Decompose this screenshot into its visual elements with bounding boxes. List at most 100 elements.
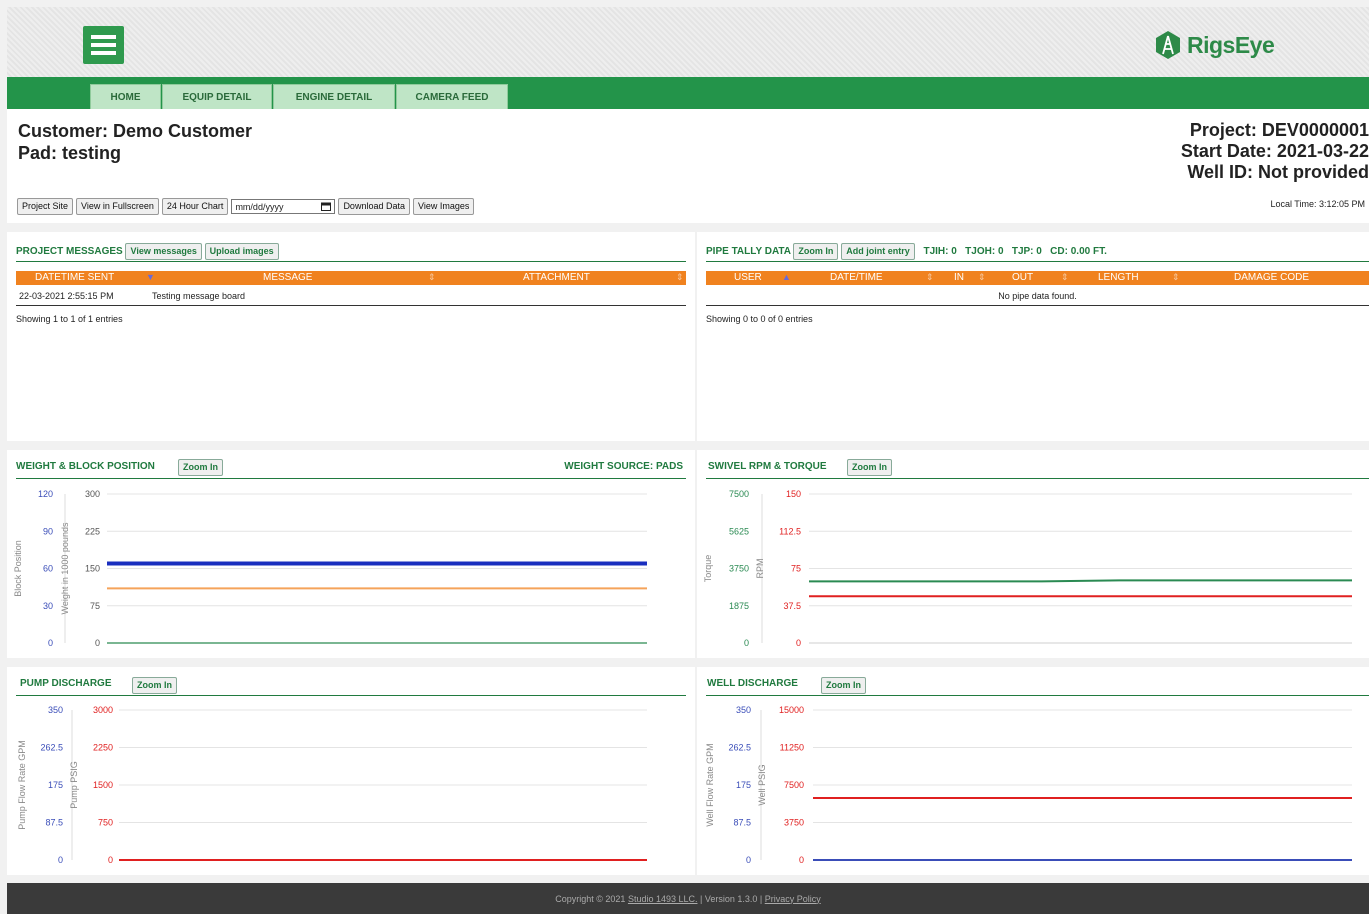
row-message: Testing message board [152, 291, 246, 301]
company-link[interactable]: Studio 1493 LLC. [628, 894, 698, 904]
col-out[interactable]: OUT [1012, 272, 1033, 283]
tick-label: 37.5 [783, 601, 801, 611]
privacy-link[interactable]: Privacy Policy [765, 894, 821, 904]
tab-engine-detail[interactable]: ENGINE DETAIL [273, 84, 395, 109]
tick-label: 3750 [729, 564, 749, 574]
date-input[interactable]: mm/dd/yyyy [231, 199, 336, 214]
sort-icon: ⇕ [1172, 272, 1180, 282]
messages-info: Showing 1 to 1 of 1 entries [16, 314, 123, 324]
swivel-chart: 7500 5625 3750 1875 0 Torque 150 112.5 75 37.5 0 RP… [703, 489, 1352, 648]
tick-label: 0 [108, 855, 113, 865]
tick-label: 0 [796, 638, 801, 648]
project-site-button[interactable]: Project Site [17, 198, 74, 215]
swivel-panel: SWIVEL RPM & TORQUE Zoom In 7500 5625 3750… [697, 450, 1369, 658]
upload-images-button[interactable]: Upload images [204, 243, 279, 260]
table-bottom-line [706, 305, 1369, 306]
start-date: Start Date: 2021-03-22 [1180, 141, 1369, 161]
version: | Version 1.3.0 | [697, 893, 765, 904]
tick-label: 0 [746, 855, 751, 865]
tick-label: 75 [90, 601, 100, 611]
tab-camera-feed[interactable]: CAMERA FEED [396, 84, 508, 109]
tick-label: 120 [38, 489, 53, 499]
sort-icon: ⇕ [926, 272, 934, 282]
calendar-icon[interactable] [321, 202, 332, 211]
tab-equip-detail[interactable]: EQUIP DETAIL [162, 84, 272, 109]
tick-label: 87.5 [733, 818, 751, 828]
project-id: Project: DEV0000001 [1189, 120, 1369, 140]
col-datetime[interactable]: DATE/TIME [830, 272, 883, 283]
toolbar: Project Site View in Fullscreen 24 Hour … [17, 198, 475, 215]
tick-label: 87.5 [45, 818, 63, 828]
messages-table-header: DATETIME SENT ▼ MESSAGE ⇕ ATTACHMENT ⇕ [16, 271, 686, 285]
tick-label: 30 [43, 601, 53, 611]
tick-label: 90 [43, 526, 53, 536]
brand-logo: RigsEye [1153, 27, 1275, 63]
tick-label: 262.5 [40, 743, 63, 753]
project-messages-panel: PROJECT MESSAGES View messages Upload im… [7, 232, 695, 441]
col-user[interactable]: USER [734, 272, 762, 283]
tick-label: 1875 [729, 601, 749, 611]
tick-label: 3750 [784, 818, 804, 828]
pipe-zoom-button[interactable]: Zoom In [793, 243, 839, 260]
pump-panel: PUMP DISCHARGE Zoom In 350 262.5 175 87.5 0 P… [7, 667, 695, 875]
tick-label: 350 [48, 705, 63, 715]
axis-label: Well PSIG [757, 764, 767, 805]
chart-24h-button[interactable]: 24 Hour Chart [161, 198, 229, 215]
pipe-divider [706, 261, 1369, 262]
col-in[interactable]: IN [954, 272, 964, 283]
date-placeholder: mm/dd/yyyy [235, 201, 284, 212]
tick-label: 150 [85, 564, 100, 574]
tick-label: 350 [736, 705, 751, 715]
table-row[interactable]: 22-03-2021 2:55:15 PM Testing message bo… [19, 291, 245, 301]
tick-label: 225 [85, 526, 100, 536]
tick-label: 175 [736, 780, 751, 790]
axis-label: Well Flow Rate GPM [705, 743, 715, 826]
tick-label: 7500 [784, 780, 804, 790]
pipe-info: Showing 0 to 0 of 0 entries [706, 314, 813, 324]
tick-label: 15000 [779, 705, 804, 715]
col-length[interactable]: LENGTH [1098, 272, 1139, 283]
tick-label: 7500 [729, 489, 749, 499]
customer-info: Customer: Demo Customer Pad: testing [18, 120, 252, 164]
tick-label: 2250 [93, 743, 113, 753]
well-panel: WELL DISCHARGE Zoom In 350 262.5 175 87.5 0 W… [697, 667, 1369, 875]
axis-label: Block Position [13, 540, 23, 597]
tick-label: 0 [744, 638, 749, 648]
col-message[interactable]: MESSAGE [263, 272, 312, 283]
tab-home[interactable]: HOME [90, 84, 161, 109]
oil-rig-icon [1156, 31, 1180, 59]
messages-title: PROJECT MESSAGES [16, 246, 123, 257]
copyright: Copyright © 2021 [555, 893, 628, 904]
tick-label: 0 [58, 855, 63, 865]
menu-icon[interactable] [83, 26, 124, 64]
sort-asc-icon: ▲ [782, 272, 791, 282]
view-images-button[interactable]: View Images [412, 198, 475, 215]
col-datetime-sent[interactable]: DATETIME SENT [35, 272, 114, 283]
axis-label: Torque [703, 555, 713, 583]
sort-icon: ⇕ [978, 272, 986, 282]
tick-label: 1500 [93, 780, 113, 790]
pipe-table-header: USER ▲ DATE/TIME ⇕ IN ⇕ OUT ⇕ LENGTH ⇕ D… [706, 271, 1369, 285]
tick-label: 150 [786, 489, 801, 499]
col-damage-code[interactable]: DAMAGE CODE [1234, 272, 1309, 283]
top-bar: RigsEye [7, 7, 1369, 77]
tick-label: 112.5 [779, 526, 801, 536]
col-attachment[interactable]: ATTACHMENT [523, 272, 590, 283]
view-messages-button[interactable]: View messages [125, 243, 202, 260]
pipe-stats: TJIH: 0 TJOH: 0 TJP: 0 CD: 0.00 FT. [923, 246, 1107, 257]
brand-name: RigsEye [1187, 31, 1275, 58]
tick-label: 0 [48, 638, 53, 648]
download-data-button[interactable]: Download Data [338, 198, 410, 215]
project-info: Project: DEV0000001 Start Date: 2021-03-… [1181, 120, 1369, 183]
pipe-empty-row: No pipe data found. [998, 291, 1077, 301]
sort-icon: ⇕ [1061, 272, 1069, 282]
sort-desc-icon: ▼ [146, 272, 155, 282]
tick-label: 0 [799, 855, 804, 865]
series-line [809, 579, 1352, 583]
well-chart: 350 262.5 175 87.5 0 Well Flow Rate GPM 15000 1… [705, 705, 1352, 865]
messages-title-row: PROJECT MESSAGES View messages Upload im… [16, 243, 279, 260]
fullscreen-button[interactable]: View in Fullscreen [76, 198, 159, 215]
add-joint-button[interactable]: Add joint entry [841, 243, 915, 260]
pipe-tally-panel: PIPE TALLY DATA Zoom In Add joint entry … [697, 232, 1369, 441]
footer: Copyright © 2021 Studio 1493 LLC. | Vers… [7, 883, 1369, 914]
